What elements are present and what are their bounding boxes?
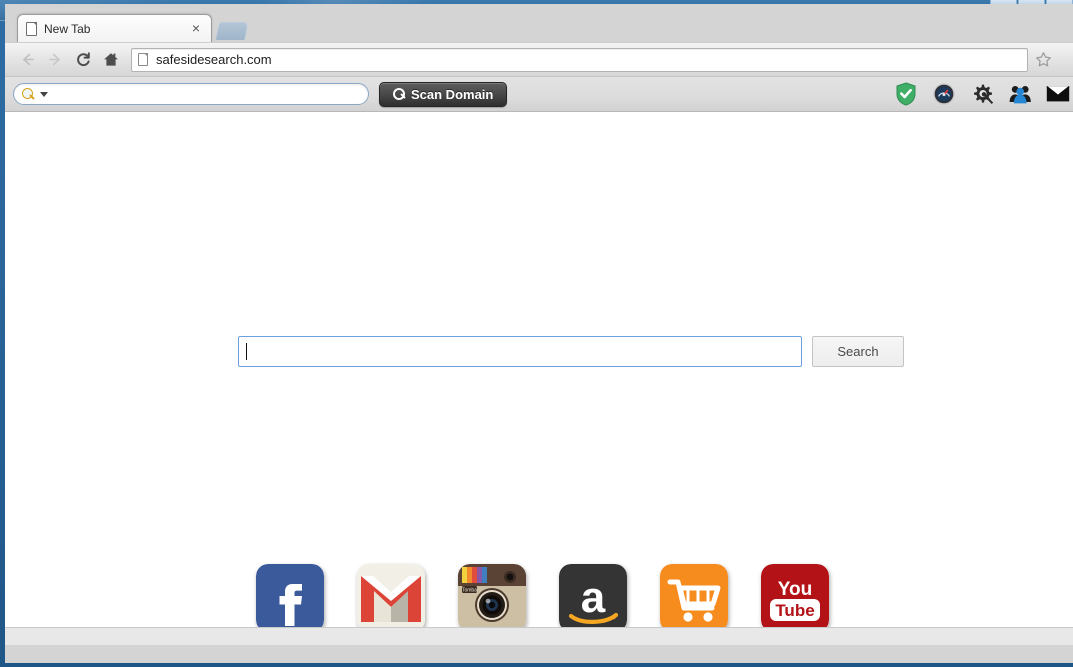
tab-title: New Tab bbox=[44, 21, 91, 36]
new-tab-button[interactable] bbox=[215, 22, 249, 40]
scan-domain-label: Scan Domain bbox=[411, 86, 494, 102]
navigation-bar: safesidesearch.com bbox=[5, 42, 1073, 76]
address-bar[interactable]: safesidesearch.com bbox=[131, 47, 1028, 72]
page-content: Search Tomba a You Tube bbox=[5, 112, 1073, 645]
shortcut-instagram[interactable]: Tomba bbox=[458, 564, 526, 632]
svg-text:Tomba: Tomba bbox=[462, 588, 477, 594]
page-icon bbox=[138, 53, 148, 66]
forward-button[interactable] bbox=[41, 46, 69, 74]
users-icon[interactable] bbox=[1008, 82, 1032, 106]
tab-new-tab[interactable]: New Tab × bbox=[17, 14, 212, 42]
shortcut-youtube[interactable]: You Tube bbox=[761, 564, 829, 632]
speedometer-icon[interactable] bbox=[932, 82, 956, 106]
envelope-icon[interactable] bbox=[1046, 82, 1070, 106]
status-bar bbox=[5, 627, 1073, 645]
extension-toolbar: Scan Domain bbox=[5, 76, 1073, 112]
gear-wrench-icon[interactable] bbox=[970, 82, 994, 106]
star-icon bbox=[1035, 52, 1051, 67]
arrow-left-icon bbox=[22, 53, 34, 66]
tab-strip: New Tab × bbox=[5, 4, 1073, 42]
scan-domain-button[interactable]: Scan Domain bbox=[379, 81, 508, 107]
search-input[interactable] bbox=[238, 336, 802, 367]
magnifier-icon bbox=[22, 87, 35, 101]
svg-text:You: You bbox=[778, 579, 812, 600]
reload-button[interactable] bbox=[69, 46, 97, 74]
bookmark-button[interactable] bbox=[1030, 47, 1056, 73]
toolbar-search-input[interactable] bbox=[13, 83, 369, 105]
url-text: safesidesearch.com bbox=[156, 52, 272, 67]
shortcut-shopping[interactable] bbox=[660, 564, 728, 632]
desktop-window-frame: New Tab × safesidesearch.com Scan Domain… bbox=[0, 0, 1073, 667]
chevron-down-icon[interactable] bbox=[40, 91, 48, 97]
magnifier-icon bbox=[393, 88, 405, 100]
extension-icon-group bbox=[894, 82, 1072, 106]
close-icon[interactable]: × bbox=[189, 21, 203, 36]
shortcut-amazon[interactable]: a bbox=[559, 564, 627, 632]
home-button[interactable] bbox=[97, 46, 125, 74]
home-icon bbox=[104, 53, 118, 66]
search-area: Search bbox=[238, 336, 904, 367]
page-icon bbox=[26, 21, 37, 36]
search-button[interactable]: Search bbox=[812, 336, 904, 367]
shield-icon[interactable] bbox=[894, 82, 918, 106]
svg-text:Tube: Tube bbox=[775, 601, 814, 620]
search-button-label: Search bbox=[837, 344, 879, 359]
shortcut-facebook[interactable] bbox=[256, 564, 324, 632]
arrow-right-icon bbox=[48, 53, 60, 66]
back-button[interactable] bbox=[13, 46, 41, 74]
reload-icon bbox=[76, 52, 90, 67]
shortcut-gmail[interactable] bbox=[357, 564, 425, 632]
svg-text:a: a bbox=[581, 573, 606, 622]
text-cursor bbox=[246, 343, 247, 360]
browser-window: New Tab × safesidesearch.com Scan Domain… bbox=[5, 4, 1073, 663]
shortcut-tiles: Tomba a You Tube bbox=[5, 564, 1073, 632]
